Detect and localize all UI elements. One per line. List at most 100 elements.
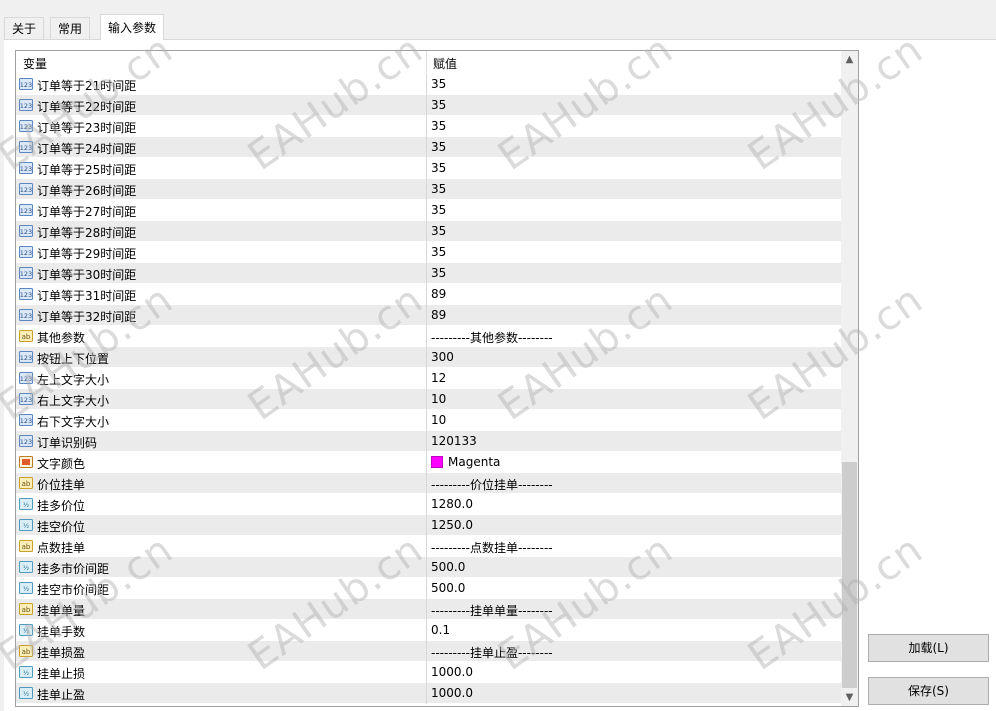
param-value[interactable]: 1000.0 bbox=[431, 686, 473, 700]
param-value[interactable]: 300 bbox=[431, 350, 454, 364]
svg-text:123: 123 bbox=[20, 438, 32, 446]
integer-type-icon: 123 bbox=[19, 161, 33, 175]
table-row[interactable]: ½ 挂单手数 0.1 bbox=[16, 620, 842, 641]
param-name: 挂单止盈 bbox=[37, 688, 86, 702]
param-value[interactable]: 35 bbox=[431, 224, 446, 238]
param-name: 右上文字大小 bbox=[37, 394, 110, 408]
scroll-down-icon[interactable]: ▼ bbox=[841, 689, 858, 706]
tab-about[interactable]: 关于 bbox=[4, 17, 45, 39]
param-value[interactable]: 1280.0 bbox=[431, 497, 473, 511]
param-value[interactable]: Magenta bbox=[431, 455, 500, 469]
table-row[interactable]: 123 按钮上下位置 300 bbox=[16, 347, 842, 368]
table-row[interactable]: ½ 挂空市价间距 500.0 bbox=[16, 578, 842, 599]
param-value[interactable]: 35 bbox=[431, 119, 446, 133]
param-value[interactable]: 35 bbox=[431, 182, 446, 196]
param-value[interactable]: 35 bbox=[431, 266, 446, 280]
table-row[interactable]: ½ 挂单止盈 1000.0 bbox=[16, 683, 842, 704]
param-value[interactable]: 500.0 bbox=[431, 581, 465, 595]
load-button[interactable]: 加载(L) bbox=[868, 634, 989, 662]
param-value[interactable]: 10 bbox=[431, 392, 446, 406]
integer-type-icon: 123 bbox=[19, 434, 33, 448]
svg-text:123: 123 bbox=[20, 417, 32, 425]
column-separator bbox=[426, 263, 427, 284]
param-value[interactable]: 500.0 bbox=[431, 560, 465, 574]
param-value[interactable]: 35 bbox=[431, 203, 446, 217]
param-value[interactable]: 1250.0 bbox=[431, 518, 473, 532]
table-row[interactable]: 123 右下文字大小 10 bbox=[16, 410, 842, 431]
double-type-icon: ½ bbox=[19, 665, 33, 679]
table-row[interactable]: ab 其他参数 ---------其他参数-------- bbox=[16, 326, 842, 347]
param-value[interactable]: ---------点数挂单-------- bbox=[431, 539, 553, 556]
param-value[interactable]: 35 bbox=[431, 98, 446, 112]
svg-text:123: 123 bbox=[20, 165, 32, 173]
table-row[interactable]: 123 左上文字大小 12 bbox=[16, 368, 842, 389]
scroll-thumb[interactable] bbox=[842, 462, 857, 688]
svg-text:½: ½ bbox=[23, 669, 29, 677]
table-row[interactable]: 123 订单等于27时间距 35 bbox=[16, 200, 842, 221]
table-row[interactable]: 文字颜色 Magenta bbox=[16, 452, 842, 473]
svg-text:123: 123 bbox=[20, 123, 32, 131]
table-row[interactable]: 123 订单等于21时间距 35 bbox=[16, 74, 842, 95]
table-row[interactable]: 123 订单等于30时间距 35 bbox=[16, 263, 842, 284]
param-value[interactable]: 89 bbox=[431, 287, 446, 301]
svg-text:½: ½ bbox=[23, 564, 29, 572]
param-value[interactable]: ---------挂单单量-------- bbox=[431, 602, 553, 619]
tab-input-params[interactable]: 输入参数 bbox=[100, 14, 165, 40]
table-row[interactable]: 123 订单等于29时间距 35 bbox=[16, 242, 842, 263]
param-value[interactable]: ---------挂单止盈-------- bbox=[431, 644, 553, 661]
column-separator bbox=[426, 200, 427, 221]
vertical-scrollbar[interactable]: ▲ ▼ bbox=[841, 51, 858, 706]
table-row[interactable]: ab 挂单单量 ---------挂单单量-------- bbox=[16, 599, 842, 620]
param-value[interactable]: 10 bbox=[431, 413, 446, 427]
table-row[interactable]: 123 订单等于25时间距 35 bbox=[16, 158, 842, 179]
param-value[interactable]: 0.1 bbox=[431, 623, 450, 637]
table-row[interactable]: 123 订单等于26时间距 35 bbox=[16, 179, 842, 200]
table-row[interactable]: 123 订单等于28时间距 35 bbox=[16, 221, 842, 242]
param-value[interactable]: 89 bbox=[431, 308, 446, 322]
param-name: 订单等于24时间距 bbox=[37, 142, 137, 156]
param-value[interactable]: 12 bbox=[431, 371, 446, 385]
table-row[interactable]: ab 点数挂单 ---------点数挂单-------- bbox=[16, 536, 842, 557]
save-button[interactable]: 保存(S) bbox=[868, 677, 989, 705]
table-row[interactable]: 123 订单等于31时间距 89 bbox=[16, 284, 842, 305]
svg-text:123: 123 bbox=[20, 396, 32, 404]
table-row[interactable]: 123 订单等于24时间距 35 bbox=[16, 137, 842, 158]
param-value[interactable]: 1000.0 bbox=[431, 665, 473, 679]
param-value[interactable]: 35 bbox=[431, 245, 446, 259]
column-separator bbox=[426, 158, 427, 179]
column-separator bbox=[426, 74, 427, 95]
param-value[interactable]: 35 bbox=[431, 77, 446, 91]
table-row[interactable]: 123 右上文字大小 10 bbox=[16, 389, 842, 410]
color-type-icon bbox=[19, 455, 33, 469]
param-value[interactable]: ---------其他参数-------- bbox=[431, 329, 553, 346]
table-row[interactable]: 123 订单等于22时间距 35 bbox=[16, 95, 842, 116]
table-row[interactable]: ab 价位挂单 ---------价位挂单-------- bbox=[16, 473, 842, 494]
param-value[interactable]: 35 bbox=[431, 140, 446, 154]
param-value[interactable]: 120133 bbox=[431, 434, 477, 448]
column-separator bbox=[426, 242, 427, 263]
svg-text:½: ½ bbox=[23, 522, 29, 530]
param-value[interactable]: ---------价位挂单-------- bbox=[431, 476, 553, 493]
table-row[interactable]: 123 订单等于32时间距 89 bbox=[16, 305, 842, 326]
table-row[interactable]: ½ 挂单止损 1000.0 bbox=[16, 662, 842, 683]
header-separator[interactable] bbox=[426, 51, 427, 73]
tab-common[interactable]: 常用 bbox=[50, 17, 91, 39]
column-separator bbox=[426, 431, 427, 452]
param-name: 点数挂单 bbox=[37, 541, 86, 555]
param-value[interactable]: 35 bbox=[431, 161, 446, 175]
column-separator bbox=[426, 305, 427, 326]
table-row[interactable]: ½ 挂空价位 1250.0 bbox=[16, 515, 842, 536]
header-value[interactable]: 赋值 bbox=[433, 55, 457, 72]
table-row[interactable]: 123 订单识别码 120133 bbox=[16, 431, 842, 452]
table-row[interactable]: 123 订单等于23时间距 35 bbox=[16, 116, 842, 137]
table-row[interactable]: ½ 挂多价位 1280.0 bbox=[16, 494, 842, 515]
table-row[interactable]: ab 挂单损盈 ---------挂单止盈-------- bbox=[16, 641, 842, 662]
param-name: 其他参数 bbox=[37, 331, 86, 345]
header-variable[interactable]: 变量 bbox=[23, 55, 47, 72]
parameters-table: 变量 赋值 123 订单等于21时间距 35 123 订单等于22时间距 35 123 订单等… bbox=[15, 50, 859, 707]
column-separator bbox=[426, 221, 427, 242]
table-row[interactable]: ½ 挂多市价间距 500.0 bbox=[16, 557, 842, 578]
param-name: 订单等于27时间距 bbox=[37, 205, 137, 219]
scroll-up-icon[interactable]: ▲ bbox=[841, 51, 858, 68]
integer-type-icon: 123 bbox=[19, 182, 33, 196]
